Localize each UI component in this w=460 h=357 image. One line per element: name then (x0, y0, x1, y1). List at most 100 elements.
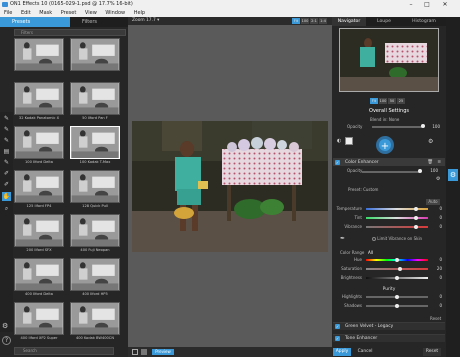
slider-knob[interactable] (395, 304, 399, 308)
view-100-button[interactable]: 100 (301, 18, 309, 24)
preset-thumbnail[interactable]: 400 Ilford Delta (14, 258, 64, 298)
ce-reset-button[interactable]: Reset (430, 316, 441, 321)
preset-thumbnail[interactable]: 32 Kodak Panatomic X (14, 82, 64, 122)
cancel-button[interactable]: Cancel (354, 348, 376, 356)
ce-auto-button[interactable]: Auto (426, 199, 440, 205)
ce-opacity-slider[interactable] (362, 171, 420, 173)
slider-track[interactable] (366, 217, 428, 219)
tone-enhancer-enable-checkbox[interactable]: ✓ (335, 336, 340, 341)
canvas-toolbar: Zoom 17.7 ▾ Fit 100 2:1 1:4 (128, 17, 332, 25)
filter-dropdown[interactable]: Filters (14, 29, 126, 36)
tab-histogram[interactable]: Histogram (402, 17, 446, 26)
menu-mask[interactable]: Mask (39, 10, 52, 16)
zoom-tool-icon[interactable]: ⌕ (2, 204, 11, 213)
preset-thumbnail[interactable]: 125 Ilford FP4 (14, 170, 64, 210)
ce-preset-dropdown[interactable]: Preset: Custom (348, 187, 378, 192)
add-filter-button[interactable]: + (376, 136, 394, 154)
color-enhancer-enable-checkbox[interactable]: ✓ (335, 160, 340, 165)
filter-menu-icon[interactable]: ≡ (437, 159, 441, 167)
layer-mask-swatch[interactable] (345, 137, 353, 145)
tab-filters[interactable]: Filters (70, 17, 128, 27)
eyedropper-icon[interactable]: ✒ (340, 235, 345, 242)
tone-enhancer-header[interactable]: ✓ Tone Enhancer (333, 334, 445, 342)
nav-50-button[interactable]: 50 (388, 98, 396, 104)
tab-presets[interactable]: Presets (0, 17, 70, 27)
maximize-button[interactable]: □ (420, 0, 434, 9)
preset-label: 128 Quick Pull (82, 204, 108, 208)
filters-gear-icon[interactable]: ⚙ (448, 169, 458, 181)
nav-100-button[interactable]: 100 (379, 98, 387, 104)
slider-track[interactable] (366, 226, 428, 228)
preset-thumbnail[interactable]: 400 Ilford XP2 Super (14, 302, 64, 342)
chisel-tool-icon[interactable]: ✐ (2, 169, 11, 178)
green-velvet-enable-checkbox[interactable]: ✓ (335, 324, 340, 329)
main-photo[interactable] (132, 121, 328, 252)
slider-value: 0 (439, 303, 442, 308)
tab-loupe[interactable]: Loupe (366, 17, 402, 26)
preset-thumbnail[interactable]: 400 Kodak BW400CN (70, 302, 120, 342)
slider-knob[interactable] (413, 216, 418, 220)
brush-tool-icon[interactable]: ✎ (2, 114, 11, 123)
refine-brush-icon[interactable]: ✎ (2, 158, 11, 167)
zoom-select[interactable]: 17.7 ▾ (146, 17, 159, 25)
nav-fit-button[interactable]: Fit (370, 98, 378, 104)
compare-icon[interactable] (132, 349, 138, 355)
preset-thumbnail[interactable]: 100 Ilford Delta (14, 126, 64, 166)
help-icon[interactable]: ? (2, 336, 11, 345)
view-1to4-button[interactable]: 1:4 (319, 18, 327, 24)
view-fit-button[interactable]: Fit (292, 18, 300, 24)
slider-track[interactable] (366, 208, 428, 210)
close-button[interactable]: ✕ (438, 0, 452, 9)
menu-file[interactable]: File (4, 10, 12, 16)
preset-thumbnail[interactable]: 400 Fuji Neopan (70, 214, 120, 254)
apply-button[interactable]: Apply (333, 348, 351, 356)
slider-knob[interactable] (395, 276, 399, 280)
overall-opacity-slider[interactable] (372, 126, 424, 128)
overall-opacity-knob[interactable] (421, 124, 425, 128)
preset-thumbnail[interactable]: 200 Ilford SFX (14, 214, 64, 254)
menu-help[interactable]: Help (134, 10, 145, 16)
reset-button[interactable]: Reset (423, 348, 441, 356)
preset-thumbnail[interactable]: 100 Kodak T-Max (70, 126, 120, 166)
preset-thumbnail[interactable]: 400 Ilford HP5 (70, 258, 120, 298)
brush-tool-2-icon[interactable]: ✎ (2, 125, 11, 134)
gear-icon[interactable]: ⚙ (2, 322, 11, 331)
slider-knob[interactable] (413, 225, 418, 229)
visibility-icon[interactable]: ◐ (337, 138, 341, 144)
color-range-select[interactable]: All (368, 250, 373, 255)
nav-25-button[interactable]: 25 (397, 98, 405, 104)
preset-thumbnail[interactable] (14, 38, 64, 78)
gradient-tool-icon[interactable]: ▤ (2, 147, 11, 156)
mask-view-icon[interactable] (141, 349, 147, 355)
preset-thumbnail[interactable]: 50 Ilford Pan F (70, 82, 120, 122)
color-enhancer-header[interactable]: ✓ Color Enhancer 🗑 ≡ (333, 158, 445, 166)
ce-opacity-knob[interactable] (418, 169, 422, 173)
menu-edit[interactable]: Edit (21, 10, 31, 16)
hand-tool-icon[interactable]: ✋ (2, 192, 11, 201)
preset-thumbnail[interactable]: 128 Quick Pull (70, 170, 120, 210)
search-input[interactable]: Search (14, 347, 114, 355)
slider-knob[interactable] (395, 295, 399, 299)
slider-knob[interactable] (395, 258, 399, 262)
menu-window[interactable]: Window (105, 10, 125, 16)
view-2to1-button[interactable]: 2:1 (310, 18, 318, 24)
tab-navigator[interactable]: Navigator (332, 17, 366, 26)
trash-icon[interactable]: 🗑 (427, 159, 433, 167)
preset-thumbnail[interactable] (70, 38, 120, 78)
masking-brush-icon[interactable]: ✎ (2, 136, 11, 145)
preview-button[interactable]: Preview (152, 349, 174, 355)
slider-knob[interactable] (413, 207, 418, 211)
navigator-preview[interactable] (339, 28, 439, 92)
ce-settings-icon[interactable]: ⚙ (436, 176, 440, 182)
minimize-button[interactable]: – (404, 0, 418, 9)
menu-preset[interactable]: Preset (61, 10, 77, 16)
limit-vibrance-checkbox[interactable]: Limit Vibrance on Skin (372, 236, 422, 241)
slider-track[interactable] (366, 268, 428, 270)
slider-knob[interactable] (398, 267, 403, 271)
blur-tool-icon[interactable]: ✐ (2, 180, 11, 189)
green-velvet-header[interactable]: ✓ Green Velvet - Legacy (333, 322, 445, 330)
slider-label: Brightness (340, 275, 362, 280)
color-range-label: Color Range (340, 250, 365, 255)
menu-view[interactable]: View (85, 10, 97, 16)
overall-gear-icon[interactable]: ⚙ (428, 138, 433, 145)
